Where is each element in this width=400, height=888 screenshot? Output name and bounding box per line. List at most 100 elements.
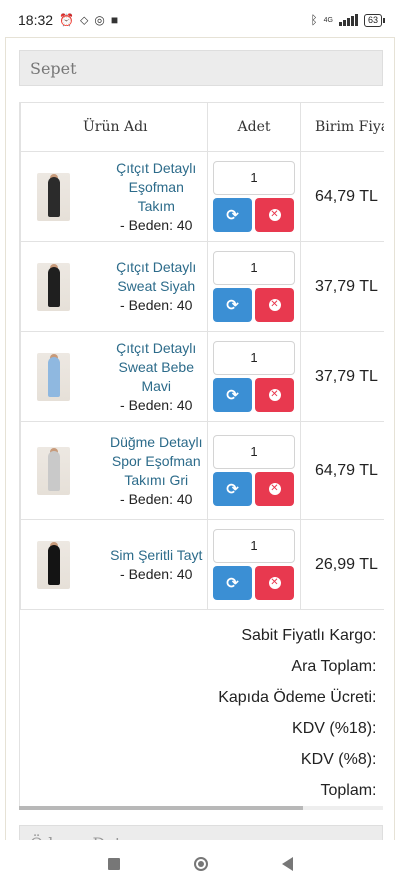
product-info-cell: Düğme Detaylı Spor Eşofman Takımı Gri - B… — [105, 421, 208, 520]
refresh-icon: ⟳ — [226, 297, 239, 314]
quantity-input[interactable]: 1 — [213, 161, 295, 195]
refresh-icon: ⟳ — [226, 387, 239, 404]
mute-alarm-icon: ⏰ — [59, 13, 74, 27]
unit-price-cell: 37,79 TL — [300, 241, 384, 332]
product-name-link[interactable]: Çıtçıt Detaylı Sweat Siyah — [110, 258, 204, 296]
unit-price: 26,99 TL — [315, 555, 378, 573]
product-image-cell — [20, 151, 106, 242]
close-circle-icon: ✕ — [268, 483, 281, 495]
summary-row: KDV (%18): — [21, 713, 385, 744]
back-button[interactable] — [281, 857, 293, 871]
unit-price-cell: 37,79 TL — [300, 331, 384, 422]
product-image[interactable] — [37, 540, 70, 589]
remove-item-button[interactable]: ✕ — [255, 198, 294, 232]
product-image[interactable] — [37, 352, 70, 401]
summary-row: Sabit Fiyatlı Kargo: — [21, 610, 385, 652]
network-type-icon: 4G — [323, 16, 333, 24]
product-name-link[interactable]: Çıtçıt Detaylı Sweat Bebe Mavi — [110, 339, 204, 396]
package-icon: ■ — [110, 13, 119, 27]
quantity-input[interactable]: 1 — [213, 341, 295, 375]
column-header-unit-price: Birim Fiyat — [300, 102, 384, 152]
close-circle-icon: ✕ — [268, 577, 281, 589]
recents-button[interactable] — [107, 858, 120, 870]
quantity-cell: 1 ⟳ ✕ — [207, 241, 301, 332]
refresh-icon: ⟳ — [226, 207, 239, 224]
quantity-cell: 1 ⟳ ✕ — [207, 519, 301, 610]
product-info-cell: Sim Şeritli Tayt - Beden: 40 — [105, 519, 208, 610]
close-circle-icon: ✕ — [268, 209, 281, 221]
product-info-cell: Çıtçıt Detaylı Eşofman Takım - Beden: 40 — [105, 151, 208, 242]
product-image[interactable] — [37, 262, 70, 311]
column-header-name: Ürün Adı — [20, 102, 208, 152]
product-info-cell: Çıtçıt Detaylı Sweat Siyah - Beden: 40 — [105, 241, 208, 332]
product-info-cell: Çıtçıt Detaylı Sweat Bebe Mavi - Beden: 4… — [105, 331, 208, 422]
instagram-icon: ◎ — [94, 13, 105, 27]
table-row: Çıtçıt Detaylı Eşofman Takım - Beden: 40 1… — [20, 151, 384, 242]
summary-row: Toplam: — [21, 775, 385, 806]
remove-item-button[interactable]: ✕ — [255, 288, 294, 322]
close-circle-icon: ✕ — [268, 389, 281, 401]
product-size: - Beden: 40 — [120, 396, 193, 413]
remove-item-button[interactable]: ✕ — [255, 566, 294, 600]
table-row: Çıtçıt Detaylı Sweat Siyah - Beden: 40 1 ⟳ ✕… — [20, 241, 384, 332]
summary-label: Ara Toplam: — [291, 657, 377, 675]
signal-icon — [338, 14, 358, 26]
quantity-cell: 1 ⟳ ✕ — [207, 151, 301, 242]
table-row: Sim Şeritli Tayt - Beden: 40 1 ⟳ ✕ 26,99 TL — [20, 519, 384, 610]
product-image-cell — [20, 241, 106, 332]
product-image-cell — [20, 331, 106, 422]
cart-panel-title: Sepet — [19, 50, 383, 86]
product-image-cell — [20, 421, 106, 520]
column-header-qty: Adet — [207, 102, 301, 152]
summary-label: KDV (%18): — [292, 719, 377, 737]
product-size: - Beden: 40 — [120, 565, 193, 582]
status-bar: 18:32 ⏰ ⬦ ◎ ■ ᛒ 4G 63 — [0, 0, 400, 40]
unit-price: 64,79 TL — [315, 461, 378, 479]
unit-price: 37,79 TL — [315, 277, 378, 295]
product-size: - Beden: 40 — [120, 216, 193, 233]
quantity-input[interactable]: 1 — [213, 251, 295, 285]
remove-item-button[interactable]: ✕ — [255, 378, 294, 412]
table-row: Çıtçıt Detaylı Sweat Bebe Mavi - Beden: 4… — [20, 331, 384, 422]
unit-price-cell: 26,99 TL — [300, 519, 384, 610]
close-circle-icon: ✕ — [268, 299, 281, 311]
update-quantity-button[interactable]: ⟳ — [213, 198, 252, 232]
update-quantity-button[interactable]: ⟳ — [213, 288, 252, 322]
refresh-icon: ⟳ — [226, 481, 239, 498]
product-image[interactable] — [37, 172, 70, 221]
product-name-link[interactable]: Düğme Detaylı Spor Eşofman Takımı Gri — [110, 433, 204, 490]
summary-row: KDV (%8): — [21, 744, 385, 775]
update-quantity-button[interactable]: ⟳ — [213, 472, 252, 506]
product-image[interactable] — [37, 446, 70, 495]
product-name-link[interactable]: Sim Şeritli Tayt — [110, 546, 204, 565]
quantity-cell: 1 ⟳ ✕ — [207, 331, 301, 422]
scrollbar-thumb[interactable] — [19, 806, 303, 810]
summary-label: KDV (%8): — [300, 750, 377, 768]
remove-item-button[interactable]: ✕ — [255, 472, 294, 506]
navigation-icon: ⬦ — [80, 12, 89, 27]
summary-label: Toplam: — [320, 781, 377, 799]
update-quantity-button[interactable]: ⟳ — [213, 378, 252, 412]
system-nav-bar — [0, 840, 400, 888]
refresh-icon: ⟳ — [226, 575, 239, 592]
horizontal-scrollbar[interactable] — [19, 806, 383, 810]
home-button[interactable] — [193, 857, 208, 871]
quantity-cell: 1 ⟳ ✕ — [207, 421, 301, 520]
unit-price: 37,79 TL — [315, 367, 378, 385]
update-quantity-button[interactable]: ⟳ — [213, 566, 252, 600]
summary-label: Sabit Fiyatlı Kargo: — [241, 626, 377, 644]
quantity-input[interactable]: 1 — [213, 529, 295, 563]
summary-label: Kapıda Ödeme Ücreti: — [218, 688, 377, 706]
cart-table: Ürün Adı Adet Birim Fiyat Çıtçıt Detaylı… — [20, 102, 384, 806]
product-image-cell — [20, 519, 106, 610]
summary-row: Ara Toplam: — [21, 651, 385, 682]
clock: 18:32 — [18, 12, 54, 28]
bluetooth-icon: ᛒ — [310, 13, 318, 27]
product-name-link[interactable]: Çıtçıt Detaylı Eşofman Takım — [110, 159, 204, 216]
table-header-row: Ürün Adı Adet Birim Fiyat — [20, 102, 384, 152]
summary-row: Kapıda Ödeme Ücreti: — [21, 682, 385, 713]
product-size: - Beden: 40 — [120, 297, 193, 313]
quantity-input[interactable]: 1 — [213, 435, 295, 469]
cart-table-scroll[interactable]: Ürün Adı Adet Birim Fiyat Çıtçıt Detaylı… — [19, 102, 384, 808]
table-row: Düğme Detaylı Spor Eşofman Takımı Gri - B… — [20, 421, 384, 520]
